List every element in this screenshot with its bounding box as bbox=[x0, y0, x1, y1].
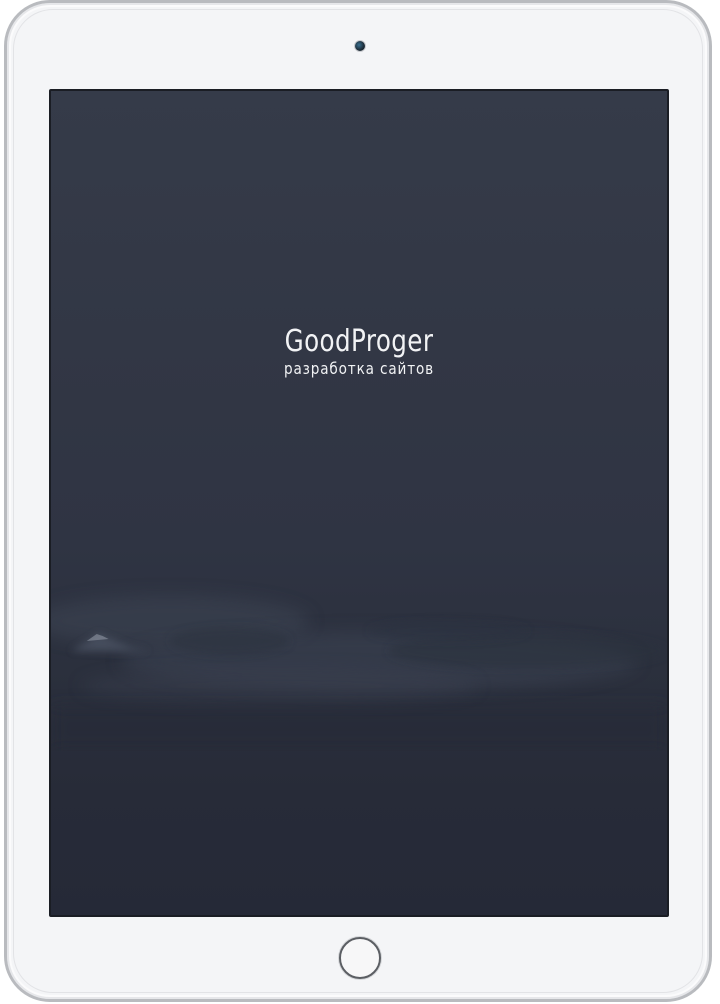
tablet-screen: GoodProger разработка сайтов bbox=[49, 89, 669, 917]
tablet-frame: GoodProger разработка сайтов bbox=[4, 0, 712, 1002]
logo: GoodProger разработка сайтов bbox=[51, 323, 667, 379]
front-camera-icon bbox=[355, 41, 365, 51]
mountain-clouds-background bbox=[51, 595, 667, 751]
logo-subtitle: разработка сайтов bbox=[283, 359, 435, 378]
home-button[interactable] bbox=[339, 937, 381, 979]
logo-title: GoodProger bbox=[284, 324, 434, 359]
